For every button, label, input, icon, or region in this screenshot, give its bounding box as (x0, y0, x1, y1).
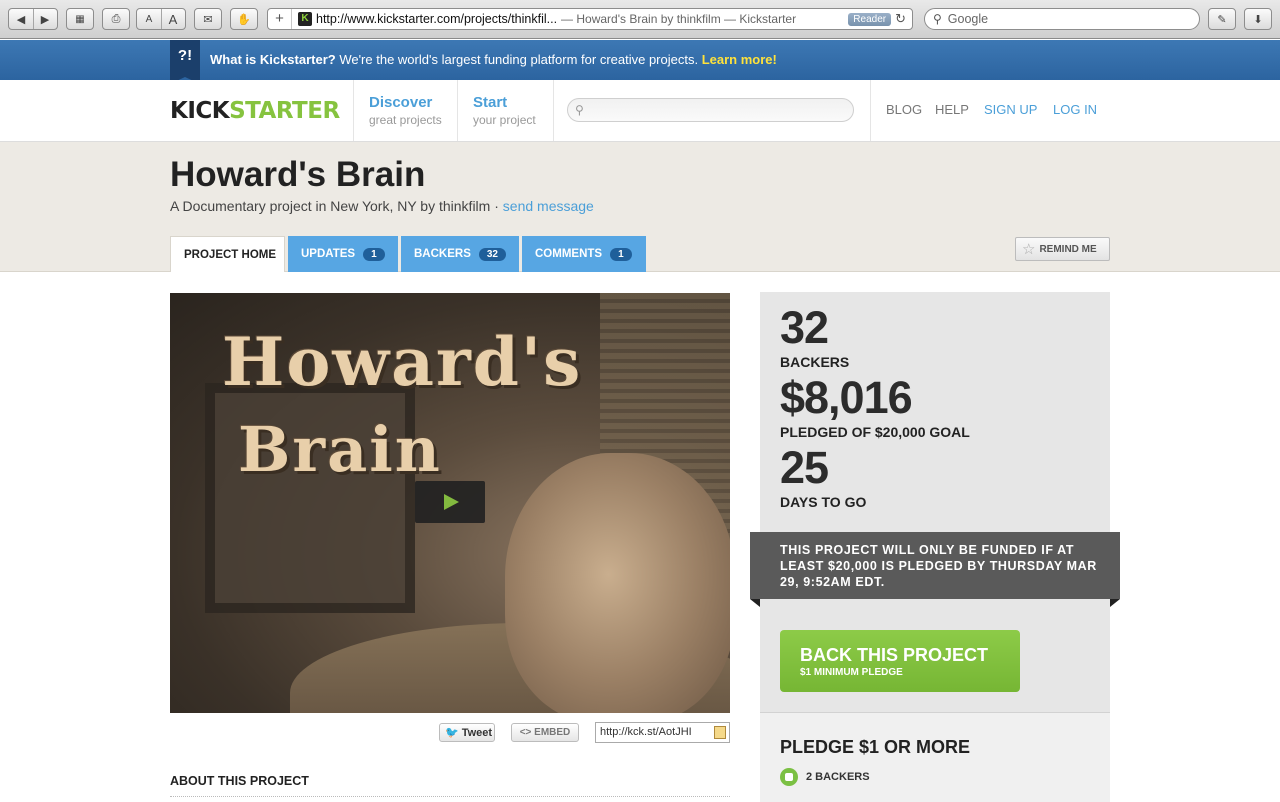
edit-button[interactable]: ✎ (1208, 8, 1236, 30)
page-title-text: — Howard's Brain by thinkfilm — Kickstar… (561, 12, 797, 26)
tab-label: BACKERS (414, 248, 471, 260)
site-search-input[interactable]: ⚲ (567, 98, 854, 122)
tab-backers[interactable]: BACKERS 32 (401, 236, 519, 272)
tweet-label: Tweet (461, 726, 493, 739)
start-title[interactable]: Start (473, 94, 553, 111)
download-icon: ⬇ (1253, 13, 1263, 26)
pencil-icon: ✎ (1217, 13, 1227, 26)
send-message-link[interactable]: send message (503, 198, 594, 214)
downloads-button[interactable]: ⬇ (1244, 8, 1272, 30)
tab-label: UPDATES (301, 248, 356, 260)
sign-up-link[interactable]: SIGN UP (984, 102, 1037, 117)
extension-button[interactable]: ✋ (230, 8, 258, 30)
play-button[interactable] (415, 481, 485, 523)
back-button-sublabel: $1 MINIMUM PLEDGE (800, 667, 903, 678)
backer-badge-icon (780, 768, 798, 786)
project-title: Howard's Brain (170, 155, 426, 194)
discover-subtitle: great projects (369, 113, 442, 127)
days-to-go-label: DAYS TO GO (780, 494, 867, 510)
copy-clipboard-icon[interactable] (714, 726, 726, 739)
back-button-label: BACK THIS PROJECT (800, 645, 989, 665)
kickstarter-favicon-icon: K (298, 12, 312, 26)
browser-search-field[interactable]: ⚲ Google (924, 8, 1200, 30)
print-button[interactable]: ⎙ (102, 8, 130, 30)
short-url-text[interactable]: http://kck.st/AotJHI (600, 726, 692, 738)
twitter-bird-icon: 🐦 (445, 727, 459, 739)
updates-count-badge: 1 (363, 247, 385, 261)
mail-button[interactable]: ✉ (194, 8, 222, 30)
reload-icon[interactable]: ↻ (895, 11, 906, 27)
video-title-line1: Howard's (222, 323, 583, 401)
banner-lead: What is Kickstarter? (210, 52, 336, 67)
back-arrow-icon[interactable]: ◀ (9, 13, 33, 26)
top-sites-button[interactable]: ▦ (66, 8, 94, 30)
project-video[interactable]: Howard's Brain (170, 293, 730, 713)
tab-comments[interactable]: COMMENTS 1 (522, 236, 646, 272)
funding-notice: THIS PROJECT WILL ONLY BE FUNDED IF AT L… (750, 532, 1120, 599)
reward-backers-count: 2 BACKERS (806, 771, 870, 783)
pledged-amount: $8,016 (780, 372, 913, 423)
help-link[interactable]: HELP (935, 102, 969, 117)
reward-tier[interactable]: PLEDGE $1 OR MORE 2 BACKERS (760, 712, 1110, 802)
banner-flag: ?! (170, 40, 200, 84)
tab-label: PROJECT HOME (184, 248, 277, 261)
short-url-field[interactable]: http://kck.st/AotJHI (595, 722, 730, 743)
banner-text: What is Kickstarter? We're the world's l… (210, 52, 777, 67)
comments-count-badge: 1 (610, 247, 632, 261)
site-header: KICKSTARTER Discover great projects Star… (0, 80, 1280, 142)
remind-me-label: REMIND ME (1039, 243, 1097, 255)
browser-search-placeholder: Google (947, 12, 989, 26)
blog-link[interactable]: BLOG (886, 102, 922, 117)
backers-label: BACKERS (780, 354, 850, 370)
log-in-link[interactable]: LOG IN (1053, 102, 1097, 117)
search-icon: ⚲ (933, 12, 942, 26)
start-nav[interactable]: Start your project (457, 80, 553, 141)
text-larger-button[interactable]: A (161, 12, 185, 27)
back-this-project-button[interactable]: BACK THIS PROJECT $1 MINIMUM PLEDGE (780, 630, 1020, 692)
pledged-label: PLEDGED OF $20,000 GOAL (780, 424, 970, 440)
star-icon: ☆ (1022, 241, 1036, 258)
days-to-go-count: 25 (780, 442, 829, 493)
notice-fold-right (1110, 599, 1120, 607)
embed-button[interactable]: <> EMBED (511, 723, 579, 742)
tab-updates[interactable]: UPDATES 1 (288, 236, 398, 272)
printer-icon: ⎙ (111, 12, 121, 25)
address-bar[interactable]: + K http://www.kickstarter.com/projects/… (267, 8, 913, 30)
tab-label: COMMENTS (535, 248, 603, 260)
tab-project-home[interactable]: PROJECT HOME (170, 236, 285, 272)
hand-icon: ✋ (237, 13, 251, 26)
project-byline: A Documentary project in New York, NY by… (170, 198, 503, 214)
envelope-icon: ✉ (203, 13, 213, 26)
project-subtitle: A Documentary project in New York, NY by… (170, 198, 594, 214)
learn-more-link[interactable]: Learn more! (702, 52, 777, 67)
reward-backers: 2 BACKERS (780, 768, 870, 786)
browser-toolbar: ◀ ▶ ▦ ⎙ A A ✉ ✋ + K http://www.kickstart… (0, 0, 1280, 39)
notice-fold-left (750, 599, 760, 607)
discover-title[interactable]: Discover (369, 94, 457, 111)
discover-nav[interactable]: Discover great projects (353, 80, 457, 141)
project-header: Howard's Brain A Documentary project in … (0, 142, 1280, 272)
text-size-buttons[interactable]: A A (136, 8, 186, 30)
add-bookmark-icon[interactable]: + (268, 9, 292, 29)
text-smaller-button[interactable]: A (137, 14, 161, 25)
play-icon (444, 494, 459, 510)
grid-icon: ▦ (75, 13, 85, 25)
video-title-line2: Brain (238, 413, 442, 486)
banner-body: We're the world's largest funding platfo… (335, 52, 702, 67)
back-forward-buttons[interactable]: ◀ ▶ (8, 8, 58, 30)
start-subtitle: your project (473, 113, 536, 127)
reward-title: PLEDGE $1 OR MORE (780, 737, 971, 757)
remind-me-button[interactable]: ☆ REMIND ME (1015, 237, 1110, 261)
kickstarter-logo[interactable]: KICKSTARTER (170, 98, 340, 124)
tweet-button[interactable]: 🐦 Tweet (439, 723, 495, 742)
subject-face (505, 453, 730, 713)
url-text[interactable]: http://www.kickstarter.com/projects/thin… (316, 12, 557, 26)
forward-arrow-icon[interactable]: ▶ (33, 13, 57, 26)
backers-count: 32 (780, 302, 829, 353)
info-banner: ?! What is Kickstarter? We're the world'… (0, 40, 1280, 84)
about-heading: ABOUT THIS PROJECT (170, 774, 730, 797)
backers-count-badge: 32 (478, 247, 506, 261)
search-icon: ⚲ (575, 103, 584, 117)
reader-button[interactable]: Reader (848, 12, 892, 26)
